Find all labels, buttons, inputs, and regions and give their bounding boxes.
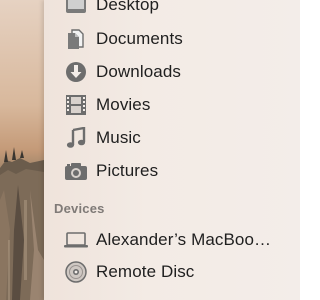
sidebar-item-documents[interactable]: Documents bbox=[44, 24, 300, 54]
finder-screen: Desktop Documents Downloads Movies Music… bbox=[0, 0, 300, 300]
desktop-wallpaper bbox=[0, 0, 44, 300]
sidebar-item-downloads[interactable]: Downloads bbox=[44, 57, 300, 87]
sidebar-item-pictures[interactable]: Pictures bbox=[44, 156, 300, 186]
sidebar-item-label: Downloads bbox=[96, 62, 182, 81]
sidebar-item-movies[interactable]: Movies bbox=[44, 90, 300, 120]
sidebar-item-label: Documents bbox=[96, 29, 183, 48]
sidebar-item-label: Desktop bbox=[96, 0, 160, 14]
downloads-icon bbox=[64, 60, 88, 84]
sidebar-item-label: Remote Disc bbox=[96, 262, 195, 281]
desktop-folder-icon bbox=[64, 0, 88, 17]
sidebar-item-music[interactable]: Music bbox=[44, 123, 300, 153]
sidebar-item-label: Alexander’s MacBoo… bbox=[96, 230, 272, 249]
devices-section-header: Devices bbox=[54, 201, 105, 216]
sidebar-item-desktop[interactable]: Desktop bbox=[44, 0, 300, 20]
sidebar-item-label: Pictures bbox=[96, 161, 159, 180]
sidebar-item-macbook[interactable]: Alexander’s MacBoo… bbox=[44, 225, 300, 255]
movies-icon bbox=[64, 93, 88, 117]
pictures-icon bbox=[64, 159, 88, 183]
sidebar-item-label: Music bbox=[96, 128, 141, 147]
laptop-icon bbox=[64, 228, 88, 252]
finder-sidebar: Desktop Documents Downloads Movies Music… bbox=[44, 0, 300, 300]
documents-icon bbox=[64, 27, 88, 51]
sidebar-item-label: Movies bbox=[96, 95, 151, 114]
sidebar-item-remote-disc[interactable]: Remote Disc bbox=[44, 257, 300, 287]
music-icon bbox=[64, 126, 88, 150]
remote-disc-icon bbox=[64, 260, 88, 284]
